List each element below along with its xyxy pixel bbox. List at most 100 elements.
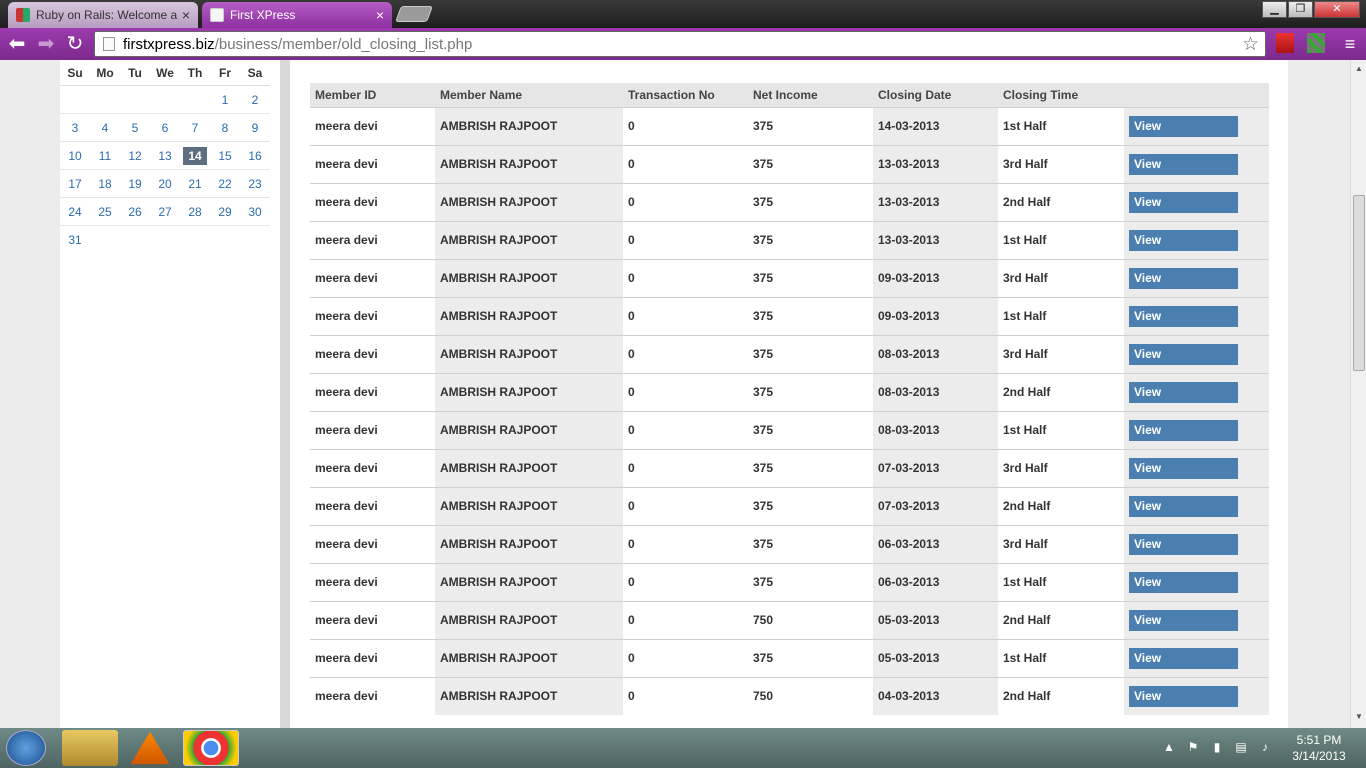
calendar-day[interactable]: 29 <box>210 205 240 219</box>
view-button[interactable]: View <box>1129 191 1238 213</box>
calendar-day[interactable]: 30 <box>240 205 270 219</box>
calendar-day[interactable]: 5 <box>120 121 150 135</box>
calendar-day[interactable]: 7 <box>180 121 210 135</box>
reload-icon[interactable]: ↻ <box>63 32 87 56</box>
cell-transaction-no: 0 <box>623 410 748 449</box>
maximize-button[interactable]: ❐ <box>1288 1 1313 18</box>
address-host: firstxpress.biz <box>123 35 215 53</box>
minimize-button[interactable]: ▁ <box>1262 1 1287 18</box>
view-button[interactable]: View <box>1129 419 1238 441</box>
cell-transaction-no: 0 <box>623 334 748 373</box>
file-explorer-icon[interactable] <box>62 730 118 766</box>
new-tab-button[interactable] <box>395 6 433 22</box>
calendar-day[interactable]: 23 <box>240 177 270 191</box>
back-arrow-icon[interactable]: ⬅ <box>5 32 29 56</box>
table-row: meera devi AMBRISH RAJPOOT 0 375 05-03-2013 1… <box>310 638 1269 677</box>
cell-closing-date: 08-03-2013 <box>873 372 998 411</box>
view-button[interactable]: View <box>1129 343 1238 365</box>
extension-green-icon[interactable] <box>1307 33 1325 53</box>
calendar-day[interactable]: 12 <box>120 149 150 163</box>
sidebar: Su Mo Tu We Th Fr Sa 1 2 3 4 5 6 7 8 9 10 11 12 13 14… <box>60 60 280 728</box>
address-bar[interactable]: firstxpress.biz/business/member/old_clos… <box>94 31 1266 57</box>
calendar-day[interactable]: 9 <box>240 121 270 135</box>
close-window-button[interactable]: ✕ <box>1314 1 1360 18</box>
tab-first-xpress[interactable]: First XPress × <box>202 2 392 28</box>
browser-toolbar: ⬅ ➡ ↻ firstxpress.biz/business/member/ol… <box>0 28 1366 60</box>
view-button[interactable]: View <box>1129 115 1238 137</box>
calendar-day[interactable]: 13 <box>150 149 180 163</box>
view-button[interactable]: View <box>1129 533 1238 555</box>
cell-member-name: AMBRISH RAJPOOT <box>435 410 623 449</box>
cell-closing-date: 06-03-2013 <box>873 562 998 601</box>
calendar-day[interactable]: 17 <box>60 177 90 191</box>
calendar-day[interactable]: 3 <box>60 121 90 135</box>
vlc-icon[interactable] <box>130 731 170 765</box>
calendar-day[interactable]: 6 <box>150 121 180 135</box>
battery-icon[interactable]: ▮ <box>1210 740 1224 754</box>
close-tab-icon[interactable]: × <box>376 7 384 23</box>
calendar-day[interactable]: 19 <box>120 177 150 191</box>
calendar-day[interactable]: 25 <box>90 205 120 219</box>
view-button[interactable]: View <box>1129 229 1238 251</box>
vertical-scrollbar[interactable]: ▲ ▼ <box>1350 60 1366 728</box>
start-button[interactable] <box>6 730 46 766</box>
view-button[interactable]: View <box>1129 609 1238 631</box>
calendar-day[interactable]: 15 <box>210 149 240 163</box>
weekday-label: Fr <box>219 65 231 80</box>
forward-arrow-icon[interactable]: ➡ <box>34 32 58 56</box>
view-button[interactable]: View <box>1129 381 1238 403</box>
calendar-day[interactable]: 27 <box>150 205 180 219</box>
chrome-icon[interactable] <box>183 730 239 766</box>
show-hidden-icons-icon[interactable]: ▲ <box>1162 740 1176 754</box>
view-button[interactable]: View <box>1129 685 1238 707</box>
calendar-day[interactable]: 10 <box>60 149 90 163</box>
network-icon[interactable]: ▤ <box>1234 740 1248 754</box>
action-center-flag-icon[interactable]: ⚑ <box>1186 740 1200 754</box>
scroll-up-arrow-icon[interactable]: ▲ <box>1353 64 1365 76</box>
close-tab-icon[interactable]: × <box>182 7 190 23</box>
cell-closing-time: 3rd Half <box>998 334 1124 373</box>
system-clock[interactable]: 5:51 PM 3/14/2013 <box>1284 732 1354 764</box>
calendar-day[interactable]: 26 <box>120 205 150 219</box>
view-button[interactable]: View <box>1129 457 1238 479</box>
bookmark-star-icon[interactable]: ☆ <box>1242 33 1259 56</box>
cell-net-income: 375 <box>748 372 873 411</box>
extension-red-icon[interactable] <box>1276 33 1294 53</box>
calendar-day[interactable]: 21 <box>180 177 210 191</box>
calendar-day[interactable]: 24 <box>60 205 90 219</box>
calendar-day[interactable]: 20 <box>150 177 180 191</box>
view-button[interactable]: View <box>1129 153 1238 175</box>
scroll-down-arrow-icon[interactable]: ▼ <box>1353 712 1365 724</box>
calendar-day[interactable]: 18 <box>90 177 120 191</box>
calendar-day[interactable]: 31 <box>60 233 90 247</box>
calendar-day[interactable]: 14 <box>183 146 207 165</box>
calendar-week: 12 <box>60 86 270 114</box>
cell-transaction-no: 0 <box>623 562 748 601</box>
tab-ruby-on-rails[interactable]: Ruby on Rails: Welcome a × <box>8 2 198 28</box>
cell-transaction-no: 0 <box>623 144 748 183</box>
calendar-day[interactable]: 28 <box>180 205 210 219</box>
calendar-day[interactable]: 2 <box>240 93 270 107</box>
cell-net-income: 750 <box>748 676 873 715</box>
calendar-day[interactable]: 22 <box>210 177 240 191</box>
view-button[interactable]: View <box>1129 571 1238 593</box>
cell-net-income: 375 <box>748 448 873 487</box>
calendar-day[interactable]: 4 <box>90 121 120 135</box>
volume-icon[interactable]: ♪ <box>1258 740 1272 754</box>
menu-icon[interactable]: ≡ <box>1338 32 1362 56</box>
calendar-week: 10 11 12 13 14 15 16 <box>60 142 270 170</box>
cell-action: View <box>1124 220 1269 259</box>
view-button[interactable]: View <box>1129 647 1238 669</box>
table-row: meera devi AMBRISH RAJPOOT 0 375 06-03-2013 1… <box>310 562 1269 601</box>
calendar-week: 31 <box>60 226 270 254</box>
calendar-day[interactable]: 1 <box>210 93 240 107</box>
calendar-day[interactable]: 16 <box>240 149 270 163</box>
calendar-day[interactable]: 8 <box>210 121 240 135</box>
view-button[interactable]: View <box>1129 495 1238 517</box>
scrollbar-thumb[interactable] <box>1353 195 1365 371</box>
view-button[interactable]: View <box>1129 305 1238 327</box>
page-icon <box>103 37 115 51</box>
cell-member-id: meera devi <box>310 372 435 411</box>
view-button[interactable]: View <box>1129 267 1238 289</box>
calendar-day[interactable]: 11 <box>90 149 120 163</box>
